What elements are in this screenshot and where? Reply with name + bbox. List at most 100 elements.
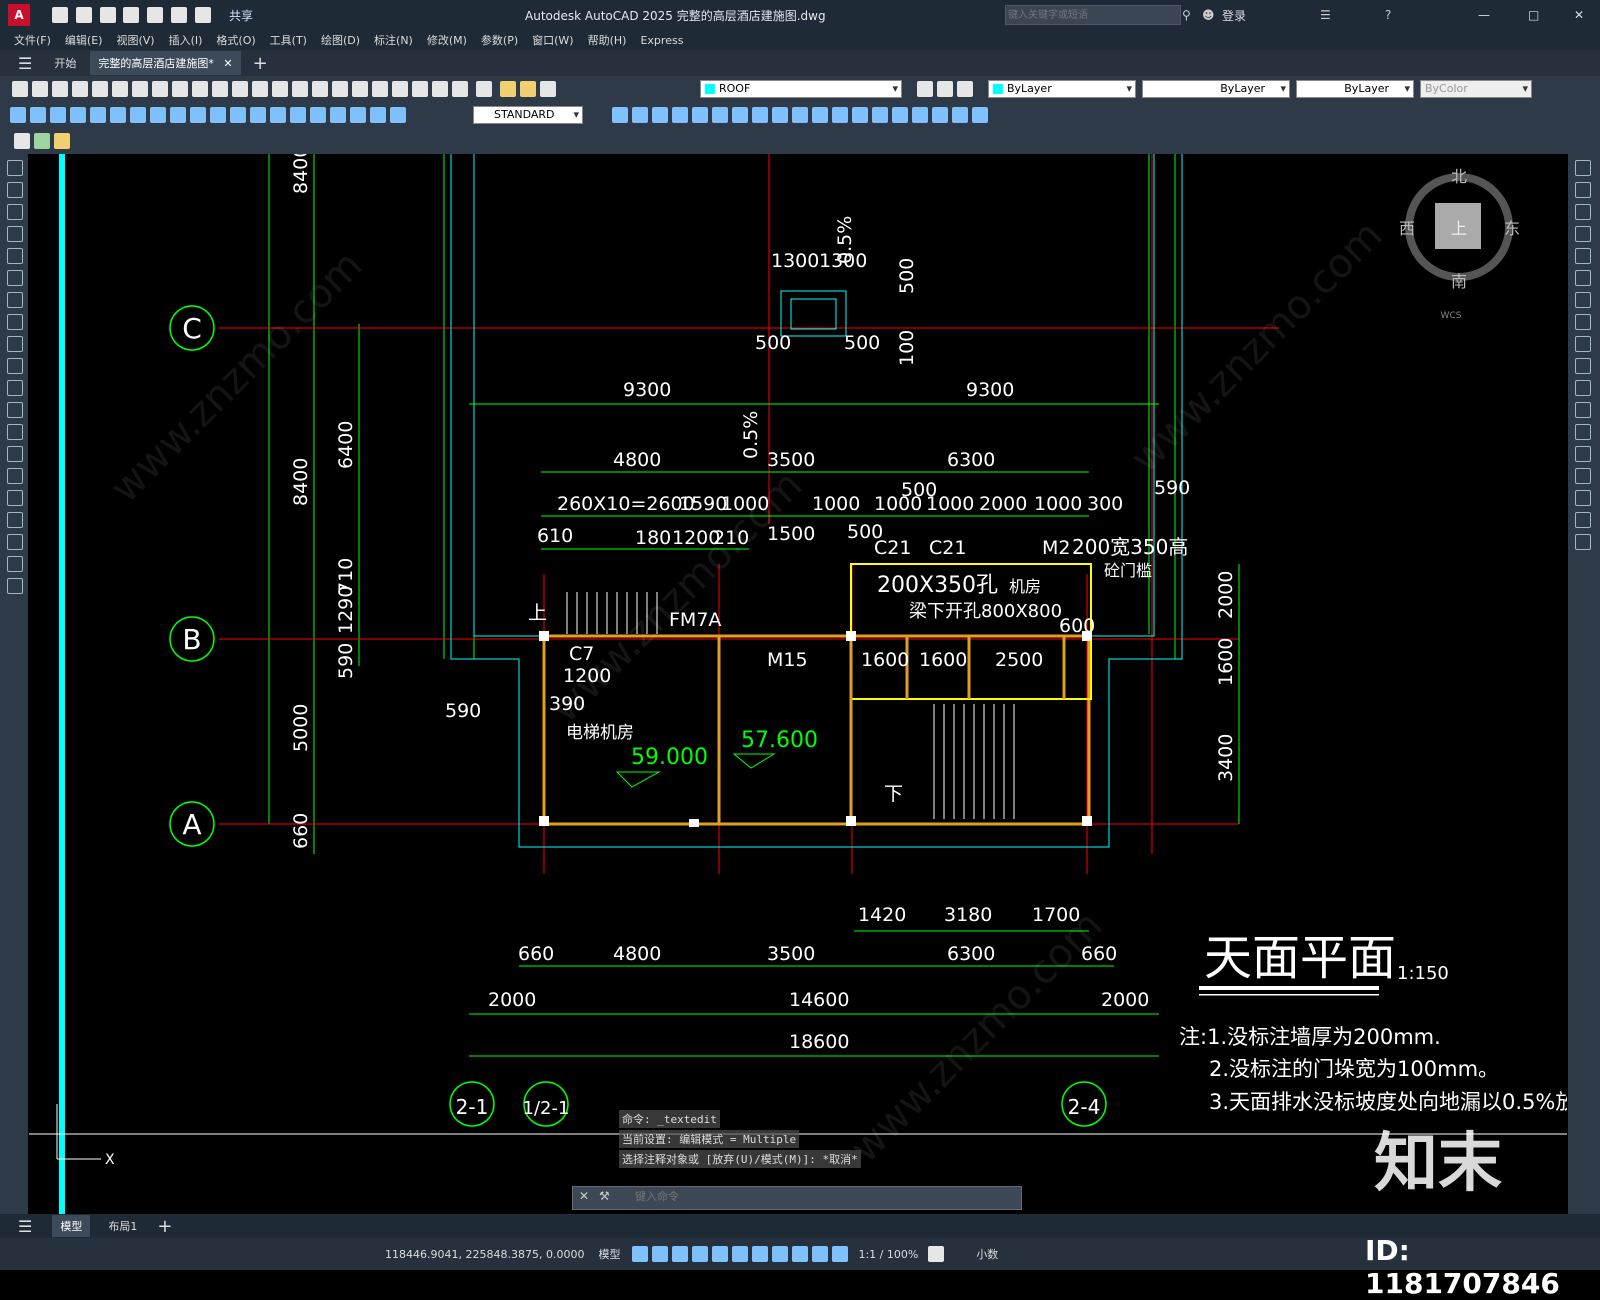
menu-draw[interactable]: 绘图(D)	[321, 32, 360, 48]
units-dropdown[interactable]: 小数	[976, 1246, 998, 1262]
zoom-window-icon[interactable]	[292, 81, 308, 97]
undo-icon[interactable]	[171, 7, 188, 23]
tolerance-icon[interactable]	[270, 107, 286, 123]
arc-icon[interactable]	[7, 270, 23, 286]
match-icon[interactable]	[192, 81, 208, 97]
move-icon[interactable]	[1575, 270, 1591, 286]
tab-active-drawing[interactable]: 完整的高层酒店建施图* ✕	[90, 51, 241, 75]
publish-icon[interactable]	[112, 81, 128, 97]
center-mark-icon[interactable]	[290, 107, 306, 123]
menu-file[interactable]: 文件(F)	[14, 32, 51, 48]
model-space-button[interactable]: 模型	[598, 1246, 620, 1262]
login-link[interactable]: 登录	[1222, 7, 1246, 24]
gradient-icon[interactable]	[7, 490, 23, 506]
dim-break-icon[interactable]	[250, 107, 266, 123]
hatch-icon[interactable]	[7, 468, 23, 484]
ucs-previous-icon[interactable]	[652, 107, 668, 123]
ucs-world-icon[interactable]	[632, 107, 648, 123]
mirror-icon[interactable]	[1575, 204, 1591, 220]
help-tool-icon[interactable]	[452, 81, 468, 97]
extend-icon[interactable]	[1575, 380, 1591, 396]
layer-dropdown[interactable]: ROOF ▾	[700, 80, 902, 98]
menu-window[interactable]: 窗口(W)	[532, 32, 573, 48]
lineweight-icon[interactable]	[772, 1246, 789, 1262]
annotation-scale[interactable]: 1:1 / 100%	[858, 1248, 918, 1261]
dim-ordinate-icon[interactable]	[70, 107, 86, 123]
ucs-3point-icon[interactable]	[772, 107, 788, 123]
layer-manager-icon[interactable]	[475, 81, 492, 97]
saveas-icon[interactable]	[123, 7, 140, 23]
tab-start[interactable]: 开始	[54, 55, 76, 71]
transparency-icon[interactable]	[792, 1246, 809, 1262]
ucs-z-icon[interactable]	[832, 107, 848, 123]
gear-icon[interactable]	[928, 1246, 945, 1262]
menu-express[interactable]: Express	[640, 34, 683, 47]
inspect-icon[interactable]	[310, 107, 326, 123]
layer-lock-icon[interactable]	[539, 81, 556, 97]
ucs-y-icon[interactable]	[812, 107, 828, 123]
menu-insert[interactable]: 插入(I)	[169, 32, 203, 48]
undo-tool-icon[interactable]	[212, 81, 228, 97]
save-file-icon[interactable]	[52, 81, 68, 97]
dim-space-icon[interactable]	[230, 107, 246, 123]
blend-icon[interactable]	[1575, 512, 1591, 528]
quick-dim-icon[interactable]	[170, 107, 186, 123]
linetype-dropdown[interactable]: ByLayer ▾	[1142, 80, 1290, 98]
layer-freeze-icon[interactable]	[519, 81, 536, 97]
hamburger-icon[interactable]: ☰	[18, 54, 32, 73]
offset-icon[interactable]	[1575, 226, 1591, 242]
view-front-icon[interactable]	[952, 107, 968, 123]
menu-dimension[interactable]: 标注(N)	[374, 32, 413, 48]
dim-aligned-icon[interactable]	[30, 107, 46, 123]
ucs-face-icon[interactable]	[672, 107, 688, 123]
dim-diameter-icon[interactable]	[130, 107, 146, 123]
tab-close-icon[interactable]: ✕	[223, 57, 232, 70]
view-top-icon[interactable]	[872, 107, 888, 123]
view-back-icon[interactable]	[972, 107, 988, 123]
command-close-icon[interactable]: ✕	[579, 1189, 589, 1203]
construction-line-icon[interactable]	[7, 182, 23, 198]
menu-view[interactable]: 视图(V)	[116, 32, 154, 48]
textstyle-dropdown[interactable]: STANDARD ▾	[473, 106, 583, 124]
rectangle-icon[interactable]	[7, 248, 23, 264]
tab-layout1[interactable]: 布局1	[108, 1218, 137, 1234]
layout-menu-icon[interactable]: ☰	[18, 1217, 32, 1236]
make-current-icon[interactable]	[917, 81, 933, 97]
dim-update-icon[interactable]	[390, 107, 406, 123]
osnap-icon[interactable]	[732, 1246, 749, 1262]
dim-radius-icon[interactable]	[90, 107, 106, 123]
break-at-point-icon[interactable]	[1575, 402, 1591, 418]
redo-icon[interactable]	[194, 7, 211, 23]
user-icon[interactable]: ☻	[1202, 8, 1215, 22]
ucs-apply-icon[interactable]	[852, 107, 868, 123]
layer-previous-icon[interactable]	[937, 81, 953, 97]
make-block-icon[interactable]	[7, 424, 23, 440]
preview-icon[interactable]	[92, 81, 108, 97]
menu-edit[interactable]: 编辑(E)	[65, 32, 103, 48]
cut-icon[interactable]	[132, 81, 148, 97]
tab-model[interactable]: 模型	[52, 1215, 91, 1237]
polar-icon[interactable]	[712, 1246, 729, 1262]
spline-icon[interactable]	[7, 336, 23, 352]
command-input-bar[interactable]: ✕ ⚒	[572, 1186, 1022, 1210]
ucs-view-icon[interactable]	[712, 107, 728, 123]
break-icon[interactable]	[1575, 424, 1591, 440]
zoom-icon[interactable]	[272, 81, 288, 97]
stretch-icon[interactable]	[1575, 336, 1591, 352]
view-right-icon[interactable]	[932, 107, 948, 123]
paste-icon[interactable]	[172, 81, 188, 97]
minimize-button[interactable]: —	[1478, 8, 1490, 22]
maximize-button[interactable]: □	[1528, 8, 1539, 22]
autocad-logo[interactable]: A	[8, 4, 30, 26]
tool-palette-icon[interactable]	[372, 81, 388, 97]
plot-icon[interactable]	[147, 7, 164, 23]
ucs-origin-icon[interactable]	[732, 107, 748, 123]
polygon-icon[interactable]	[7, 226, 23, 242]
drawing-canvas[interactable]: C B A 2-1 1/2-1 2-4 1300 1300 500 500 50…	[29, 154, 1567, 1214]
insert-icon[interactable]	[7, 402, 23, 418]
dim-baseline-icon[interactable]	[190, 107, 206, 123]
menu-parametric[interactable]: 参数(P)	[481, 32, 518, 48]
selection-cycling-icon[interactable]	[812, 1246, 829, 1262]
cart-icon[interactable]: ☰	[1320, 8, 1331, 22]
open-file-icon[interactable]	[32, 81, 48, 97]
